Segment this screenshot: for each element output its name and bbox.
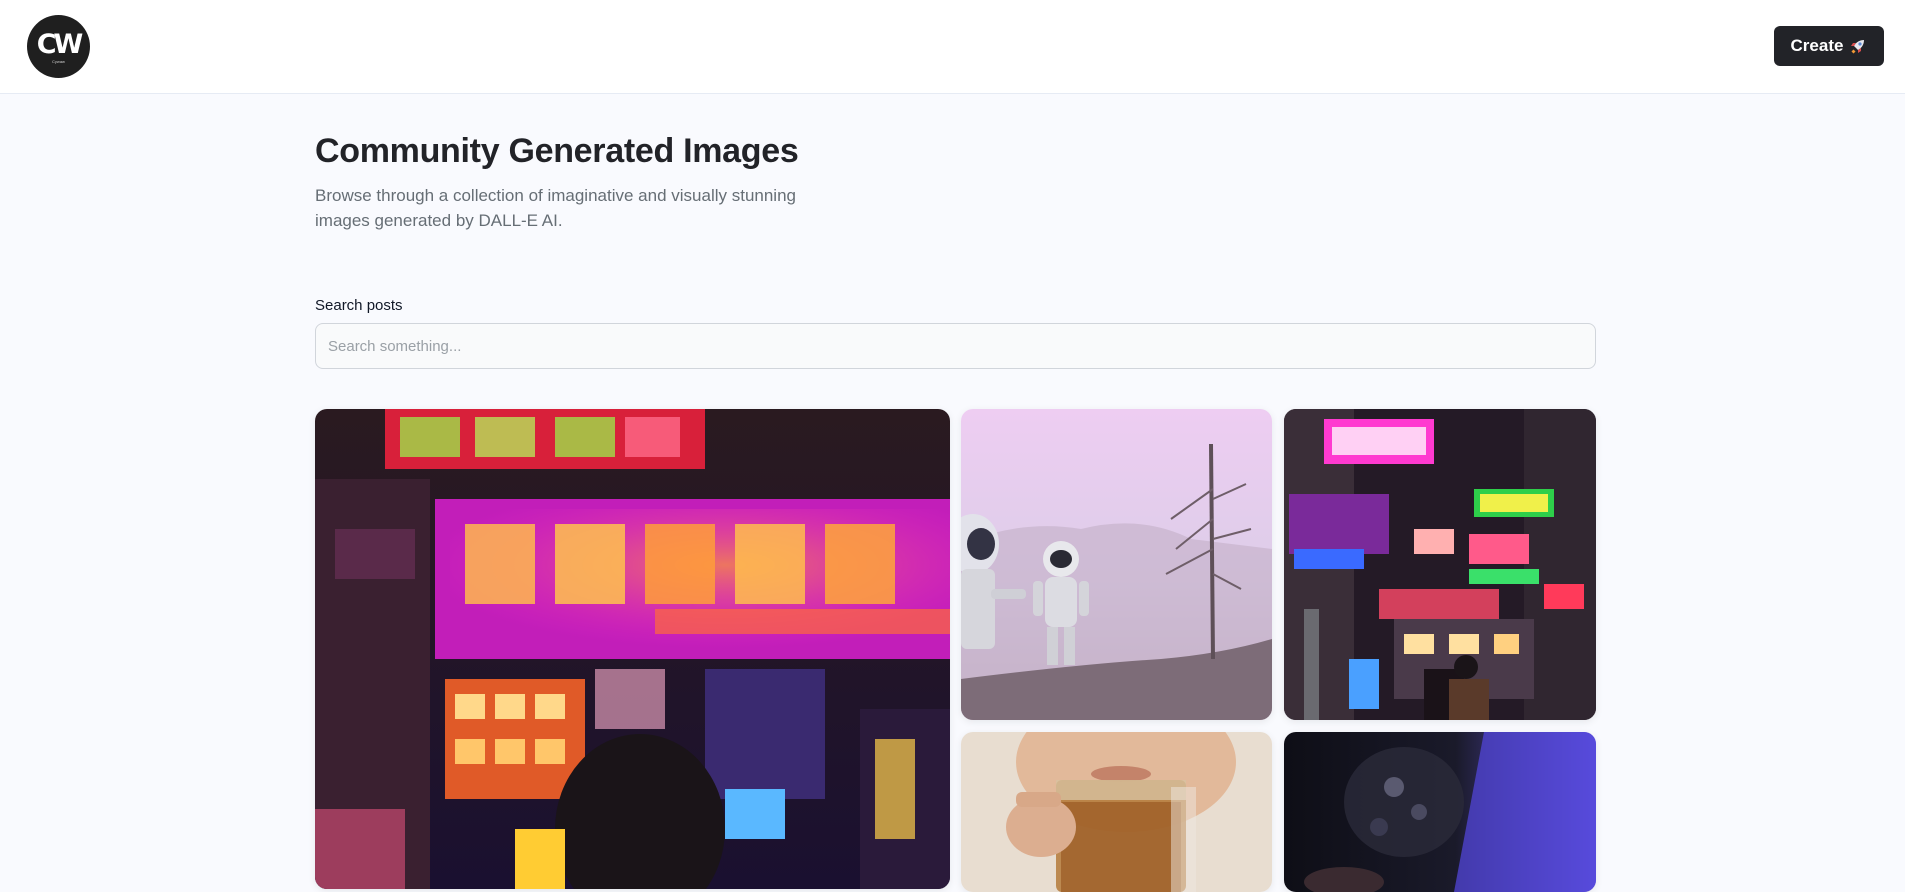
create-button[interactable]: Create (1774, 26, 1884, 66)
gallery-image-dark-blue[interactable] (1284, 732, 1596, 892)
search-input[interactable] (315, 323, 1596, 369)
page-title: Community Generated Images (315, 132, 799, 170)
top-navbar: CW Cywaw Create (0, 0, 1905, 94)
logo-subtext: Cywaw (52, 59, 65, 64)
logo[interactable]: CW Cywaw (27, 15, 90, 78)
gallery-image-neon-signs[interactable] (315, 409, 950, 889)
gallery-image-astronauts[interactable] (961, 409, 1272, 720)
create-label: Create (1790, 36, 1844, 55)
main-content: Community Generated Images Browse throug… (315, 94, 1596, 892)
page-subtitle: Browse through a collection of imaginati… (315, 186, 796, 230)
gallery-image-drinking-tea[interactable] (961, 732, 1272, 892)
gallery-image-neon-street[interactable] (1284, 409, 1596, 720)
logo-text: CW (36, 29, 84, 60)
search-label: Search posts (315, 297, 403, 314)
rocket-icon (1849, 37, 1867, 55)
